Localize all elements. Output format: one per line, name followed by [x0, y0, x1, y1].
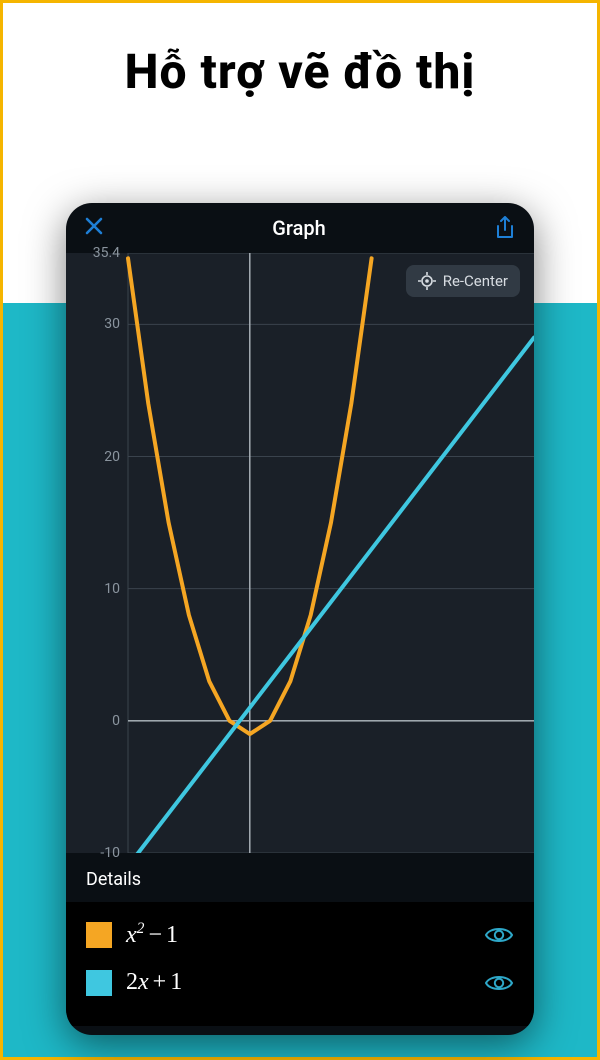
- y-axis-tick: 35.4: [93, 245, 126, 261]
- y-axis-tick: 20: [104, 449, 126, 465]
- visibility-toggle-icon[interactable]: [484, 973, 514, 993]
- phone-frame: Graph Re-Center -10 0 10 20 30 35.4 Details x…: [66, 203, 534, 1035]
- legend-formula: x2−1: [126, 920, 470, 949]
- target-icon: [418, 272, 436, 290]
- details-header: Details: [66, 853, 534, 902]
- legend-swatch: [86, 922, 112, 948]
- y-axis-tick: 0: [112, 713, 126, 729]
- graph-canvas[interactable]: Re-Center -10010203035.4: [66, 253, 534, 853]
- legend-panel: x2−1 2x+1: [66, 902, 534, 1026]
- legend-row: x2−1: [66, 910, 534, 959]
- page-headline: Hỗ trợ vẽ đồ thị: [3, 3, 597, 130]
- close-icon[interactable]: [84, 215, 104, 241]
- visibility-toggle-icon[interactable]: [484, 925, 514, 945]
- share-icon[interactable]: [494, 216, 516, 240]
- legend-swatch: [86, 970, 112, 996]
- legend-formula: 2x+1: [126, 969, 470, 996]
- y-axis-tick: 10: [104, 581, 126, 597]
- app-topbar: Graph: [66, 203, 534, 253]
- legend-row: 2x+1: [66, 959, 534, 1006]
- recenter-label: Re-Center: [443, 272, 508, 290]
- recenter-button[interactable]: Re-Center: [406, 265, 520, 297]
- y-axis-tick: -10: [100, 845, 126, 861]
- y-axis-tick: 30: [104, 316, 126, 332]
- app-title: Graph: [272, 216, 325, 240]
